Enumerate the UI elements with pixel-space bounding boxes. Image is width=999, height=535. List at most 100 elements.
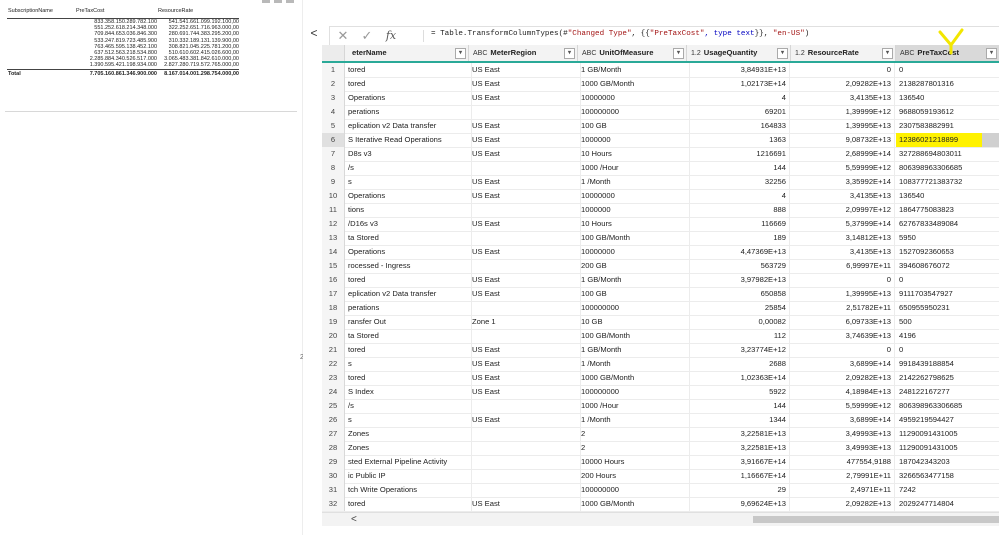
cell-meterregion[interactable]: US East [469,343,581,357]
row-number[interactable]: 14 [322,245,345,259]
cell-resourcerate[interactable]: 2,09282E+13 [791,371,895,385]
column-header-resourcerate[interactable]: 1.2 ResourceRate ▾ [791,45,896,61]
cell-usagequantity[interactable]: 5922 [687,385,790,399]
cell-unitofmeasure[interactable]: 100000000 [578,385,690,399]
cell-meterregion[interactable]: US East [469,245,581,259]
cell-resourcerate[interactable]: 4,18984E+13 [791,385,895,399]
cell-meterregion[interactable] [469,329,581,343]
row-number[interactable]: 29 [322,455,345,469]
cell-metername[interactable]: s [345,357,472,371]
row-number[interactable]: 10 [322,189,345,203]
cell-meterregion[interactable] [469,399,581,413]
cell-metername[interactable]: ic Public IP [345,469,472,483]
table-row[interactable]: 18 perations 100000000 25854 2,51782E+11 6509… [322,301,999,316]
cell-metername[interactable]: rocessed - Ingress [345,259,472,273]
cell-metername[interactable]: Operations [345,91,472,105]
table-row[interactable]: 32 tored US East 1000 GB/Month 9,69624E+13 2,… [322,497,999,512]
cell-resourcerate[interactable]: 1,39995E+13 [791,287,895,301]
table-row[interactable]: 14 Operations US East 10000000 4,47369E+13 3,… [322,245,999,260]
cell-pretaxcost[interactable]: 1527092360653 [896,245,999,259]
cell-usagequantity[interactable]: 0,00082 [687,315,790,329]
cell-usagequantity[interactable]: 32256 [687,175,790,189]
cell-usagequantity[interactable]: 144 [687,161,790,175]
row-number[interactable]: 24 [322,385,345,399]
row-number[interactable]: 20 [322,329,345,343]
cell-unitofmeasure[interactable]: 1000 /Hour [578,399,690,413]
cell-meterregion[interactable]: US East [469,371,581,385]
visual-header-handle[interactable] [286,0,294,3]
row-number[interactable]: 8 [322,161,345,175]
cell-usagequantity[interactable]: 1,16667E+14 [687,469,790,483]
cell-meterregion[interactable] [469,105,581,119]
row-number[interactable]: 13 [322,231,345,245]
collapse-queries-button[interactable]: < [307,26,321,40]
cell-pretaxcost[interactable]: 187042343203 [896,455,999,469]
cell-usagequantity[interactable]: 3,97982E+13 [687,273,790,287]
cell-meterregion[interactable]: US East [469,133,581,147]
table-row[interactable]: 9 s US East 1 /Month 32256 3,35992E+14 1083777… [322,175,999,190]
cell-unitofmeasure[interactable]: 1 GB/Month [578,273,690,287]
row-number[interactable]: 4 [322,105,345,119]
table-row[interactable]: 17 eplication v2 Data transfer US East 100 … [322,287,999,302]
row-number[interactable]: 7 [322,147,345,161]
row-number[interactable]: 25 [322,399,345,413]
cell-unitofmeasure[interactable]: 10000000 [578,245,690,259]
cell-metername[interactable]: perations [345,301,472,315]
cell-metername[interactable]: /D16s v3 [345,217,472,231]
cell-resourcerate[interactable]: 3,14812E+13 [791,231,895,245]
cell-resourcerate[interactable]: 0 [791,63,895,77]
column-header-meterregion[interactable]: ABC MeterRegion ▾ [469,45,578,61]
cell-unitofmeasure[interactable]: 1 /Month [578,175,690,189]
cell-usagequantity[interactable]: 2688 [687,357,790,371]
table-row[interactable]: 7 D8s v3 US East 10 Hours 1216691 2,68999E+14… [322,147,999,162]
cell-meterregion[interactable] [469,301,581,315]
cell-pretaxcost[interactable]: 327288694803011 [896,147,999,161]
cell-unitofmeasure[interactable]: 100 GB [578,287,690,301]
cell-unitofmeasure[interactable]: 1 /Month [578,357,690,371]
table-row[interactable]: 6S Iterative Read Operations US East 10000… [322,133,999,148]
cell-usagequantity[interactable]: 3,22581E+13 [687,441,790,455]
cell-unitofmeasure[interactable]: 1 /Month [578,413,690,427]
cell-resourcerate[interactable]: 2,4971E+11 [791,483,895,497]
row-number[interactable]: 2 [322,77,345,91]
cell-metername[interactable]: S Iterative Read Operations [345,133,472,147]
cell-unitofmeasure[interactable]: 100 GB/Month [578,231,690,245]
cell-meterregion[interactable] [469,441,581,455]
row-number[interactable]: 31 [322,483,345,497]
cell-metername[interactable]: S Index [345,385,472,399]
table-row[interactable]: 13 ta Stored 100 GB/Month 189 3,14812E+13 595… [322,231,999,246]
table-row[interactable]: 16 tored US East 1 GB/Month 3,97982E+13 0 0 [322,273,999,288]
cell-pretaxcost[interactable]: 2307583882991 [896,119,999,133]
cell-pretaxcost[interactable]: 2138287801316 [896,77,999,91]
table-row[interactable]: 1 tored US East 1 GB/Month 3,84931E+13 0 0 [322,63,999,78]
table-row[interactable]: 11 tions 1000000 888 2,09997E+12 186477508382… [322,203,999,218]
cell-pretaxcost[interactable]: 7242 [896,483,999,497]
table-row[interactable]: 28 Zones 2 3,22581E+13 3,49993E+13 112900914… [322,441,999,456]
close-icon[interactable]: ✕ [334,28,352,44]
row-number[interactable]: 3 [322,91,345,105]
row-number[interactable]: 15 [322,259,345,273]
cell-pretaxcost[interactable]: 0 [896,343,999,357]
pbi-col-header-resourcerate[interactable]: ResourceRate [158,8,193,14]
cell-unitofmeasure[interactable]: 2 [578,427,690,441]
table-row[interactable]: 31 tch Write Operations 100000000 29 2,4971E… [322,483,999,498]
table-row[interactable]: 3 Operations US East 10000000 4 3,4135E+13 136… [322,91,999,106]
cell-usagequantity[interactable]: 1363 [687,133,790,147]
cell-metername[interactable]: s [345,175,472,189]
row-number[interactable]: 27 [322,427,345,441]
cell-pretaxcost[interactable]: 1864775083823 [896,203,999,217]
cell-metername[interactable]: tored [345,63,472,77]
pbi-table-visual[interactable]: SubscriptionName PreTaxCost ResourceRate… [0,0,300,120]
cell-pretaxcost[interactable]: 11290091431005 [896,427,999,441]
pbi-col-header-pretaxcost[interactable]: PreTaxCost [76,8,104,14]
cell-unitofmeasure[interactable]: 200 Hours [578,469,690,483]
cell-pretaxcost[interactable]: 62767833489084 [896,217,999,231]
pbi-col-header-subscription[interactable]: SubscriptionName [8,8,53,14]
cell-usagequantity[interactable]: 1,02173E+14 [687,77,790,91]
column-filter-dropdown-icon[interactable]: ▾ [673,48,684,59]
cell-metername[interactable]: Zones [345,441,472,455]
cell-metername[interactable]: eplication v2 Data transfer [345,119,472,133]
cell-usagequantity[interactable]: 3,22581E+13 [687,427,790,441]
cell-resourcerate[interactable]: 3,74639E+13 [791,329,895,343]
table-row[interactable]: 4 perations 100000000 69201 1,39999E+12 96880… [322,105,999,120]
